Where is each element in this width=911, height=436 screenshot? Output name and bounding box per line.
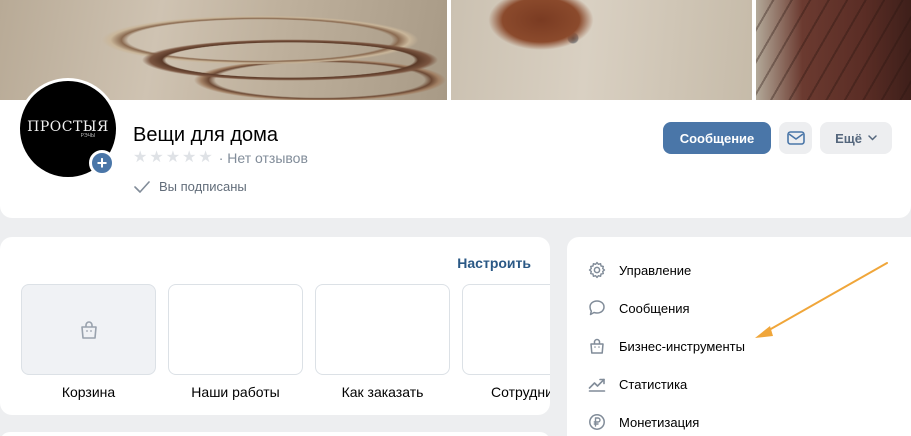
admin-menu-card: Управление Сообщения Бизнес-инструменты [567, 237, 911, 436]
tile-label: Сотрудниче [491, 384, 550, 400]
star-icon: ★ [149, 149, 164, 166]
subscription-status[interactable]: Вы подписаны [134, 179, 247, 194]
tile-image [462, 284, 550, 375]
avatar-logo-subtext: РЭЧЫ [80, 133, 96, 139]
menu-item-monetization[interactable]: Монетизация [587, 403, 745, 436]
cover-photos[interactable] [0, 0, 911, 102]
rating-row[interactable]: ★ ★ ★ ★ ★ · Нет отзывов [133, 149, 308, 167]
showcase-card: Настроить Корзина Наши работы Как заказа… [0, 237, 550, 415]
tile-label: Корзина [61, 384, 116, 400]
star-icon: ★ [165, 149, 181, 166]
avatar-logo-text: ПРОСТЫЯ [27, 119, 109, 135]
tile-label: Наши работы [191, 384, 280, 400]
more-button[interactable]: Ещё [820, 122, 892, 154]
admin-menu: Управление Сообщения Бизнес-инструменты [587, 251, 745, 436]
star-icon: ★ [133, 149, 148, 166]
add-avatar-plus-icon[interactable]: + [89, 150, 115, 176]
gear-icon [587, 260, 607, 280]
checkmark-icon [134, 180, 150, 193]
reviews-text: Нет отзывов [227, 150, 308, 166]
chevron-down-icon [868, 135, 877, 141]
star-icon: ★ [198, 149, 213, 166]
next-card-edge [0, 432, 550, 436]
menu-item-management[interactable]: Управление [587, 251, 745, 289]
chat-bubble-icon [587, 298, 607, 318]
menu-item-business-tools[interactable]: Бизнес-инструменты [587, 327, 745, 365]
ruble-coin-icon [587, 412, 607, 432]
send-message-button[interactable]: Сообщение [663, 122, 771, 154]
reviews-link[interactable]: · Нет отзывов [219, 150, 308, 166]
showcase-tile-works[interactable]: Наши работы [168, 284, 303, 400]
mail-button[interactable] [779, 122, 812, 154]
showcase-tile-cooperation[interactable]: Сотрудниче [462, 284, 550, 400]
tile-image [168, 284, 303, 375]
more-label: Ещё [835, 130, 862, 146]
envelope-icon [786, 131, 805, 145]
menu-item-label: Монетизация [619, 414, 700, 430]
showcase-tile-cart[interactable]: Корзина [21, 284, 156, 400]
tile-image [21, 284, 156, 375]
shopping-bag-icon [587, 336, 607, 356]
menu-item-label: Бизнес-инструменты [619, 338, 745, 354]
menu-item-messages[interactable]: Сообщения [587, 289, 745, 327]
menu-item-label: Управление [619, 262, 692, 278]
showcase-tiles: Корзина Наши работы Как заказать Сотрудн… [21, 284, 550, 400]
menu-item-label: Статистика [619, 376, 688, 392]
configure-link[interactable]: Настроить [457, 255, 531, 271]
tile-label: Как заказать [341, 384, 424, 400]
menu-item-statistics[interactable]: Статистика [587, 365, 745, 403]
chart-trend-icon [587, 374, 607, 394]
shopping-bag-icon [80, 320, 97, 339]
star-icon: ★ [182, 149, 197, 166]
cover-photo-strap[interactable] [756, 0, 911, 102]
tile-image [315, 284, 450, 375]
showcase-tile-how-to-order[interactable]: Как заказать [315, 284, 450, 400]
subscribed-label: Вы подписаны [159, 179, 247, 194]
group-title: Вещи для дома [133, 124, 279, 146]
menu-item-label: Сообщения [619, 300, 690, 316]
cover-photo-leather[interactable] [451, 0, 752, 102]
